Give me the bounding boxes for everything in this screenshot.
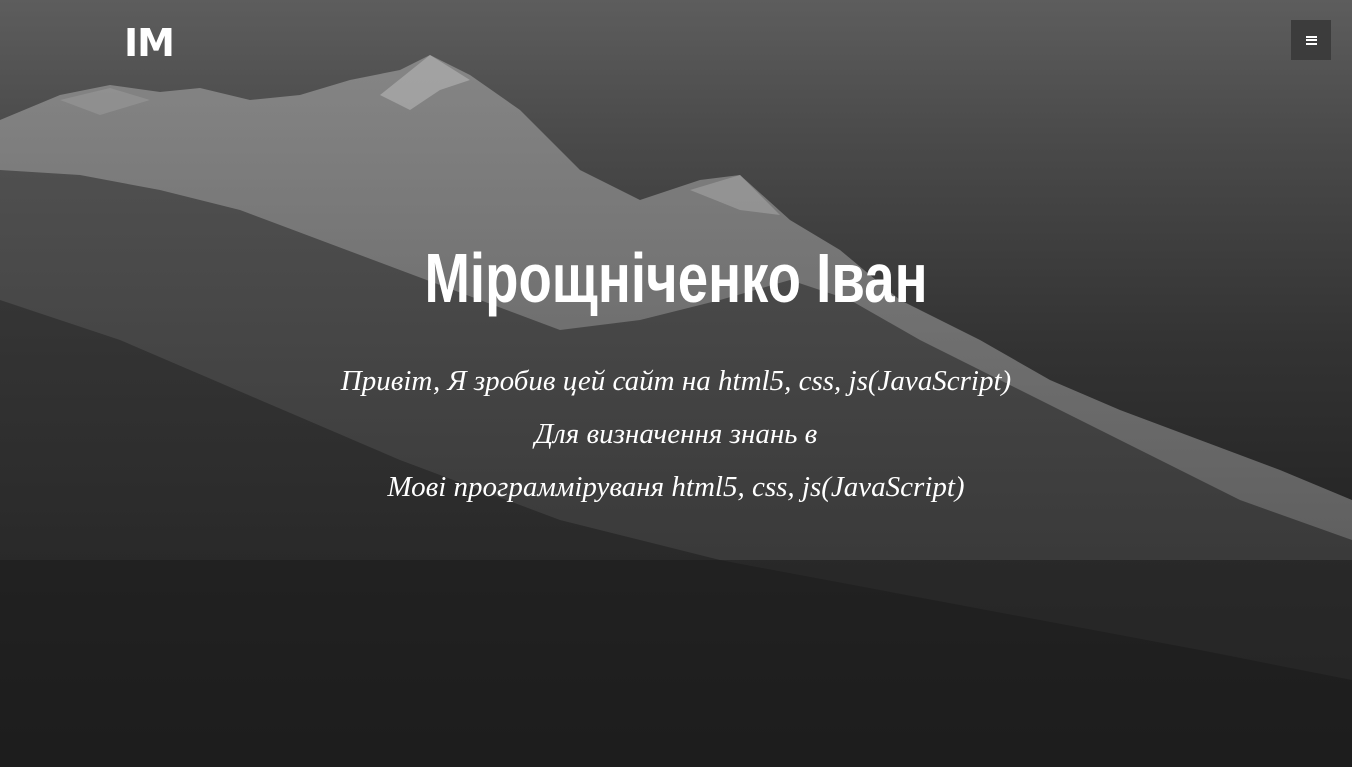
logo[interactable]: IM — [124, 22, 175, 64]
hero-subtitle: Привіт, Я зробив цей сайт на html5, css,… — [0, 355, 1352, 514]
hero-line-1: Привіт, Я зробив цей сайт на html5, css,… — [340, 365, 1012, 397]
hero-title: Мірощніченко Іван — [424, 239, 928, 317]
menu-button[interactable] — [1291, 20, 1331, 60]
hamburger-menu-icon — [1305, 35, 1317, 45]
hero-section: IM Мірощніченко Іван Привіт, Я зробив це… — [0, 0, 1352, 767]
hero-line-2: Для визначення знань в — [534, 418, 818, 450]
hero-line-3: Мові программіруваня html5, css, js(Java… — [387, 471, 965, 503]
